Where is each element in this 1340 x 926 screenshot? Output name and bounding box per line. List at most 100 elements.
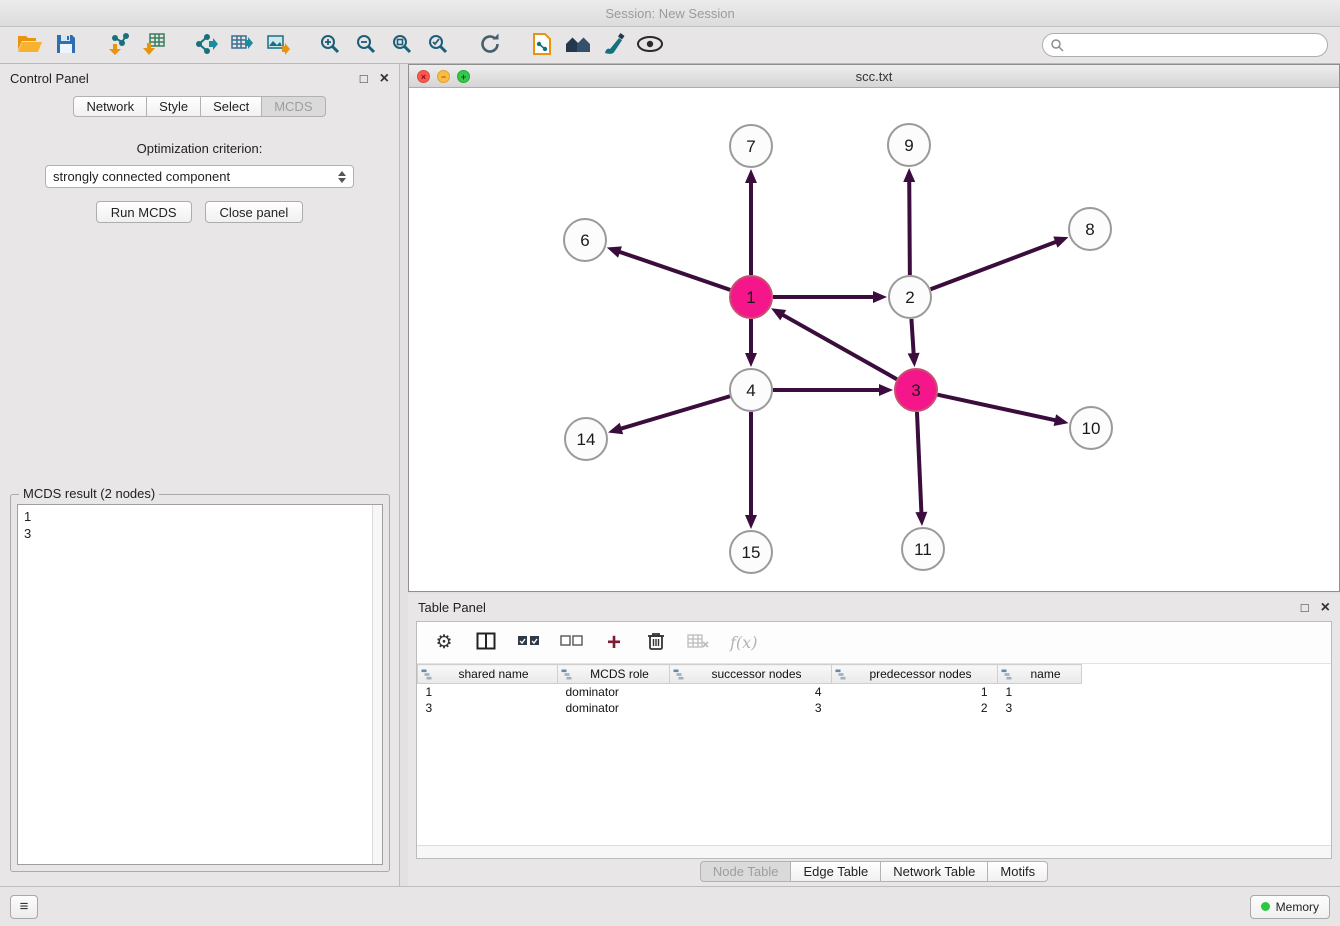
zoom-out-button[interactable] (348, 30, 384, 60)
network-window-titlebar[interactable]: × − + scc.txt (409, 65, 1339, 88)
delete-column-button[interactable] (645, 631, 667, 654)
float-table-panel-icon[interactable]: □ (1301, 601, 1309, 614)
columns-icon (476, 632, 496, 653)
table-row[interactable]: 1 dominator 4 1 1 (418, 684, 1082, 700)
tab-style[interactable]: Style (147, 96, 201, 117)
cell-predecessor-nodes[interactable]: 2 (832, 700, 998, 716)
zoom-in-button[interactable] (312, 30, 348, 60)
graph-node-label: 1 (746, 288, 755, 307)
table-settings-button[interactable]: ⚙ (433, 633, 455, 653)
close-window-icon[interactable]: × (417, 70, 430, 83)
graph-edge-3-10[interactable] (937, 395, 1056, 421)
import-table-button[interactable] (136, 30, 172, 60)
show-columns-button[interactable] (475, 632, 497, 653)
float-panel-icon[interactable]: □ (360, 72, 368, 85)
column-header-name[interactable]: name (998, 665, 1082, 684)
graph-edge-arrowhead (1054, 414, 1069, 426)
graph-edge-2-8[interactable] (931, 241, 1058, 289)
zoom-selected-button[interactable] (420, 30, 456, 60)
cell-name[interactable]: 3 (998, 700, 1082, 716)
control-panel: Control Panel □ × Network Style Select M… (0, 64, 400, 886)
table-panel-tabs: Node Table Edge Table Network Table Moti… (408, 861, 1340, 882)
table-row[interactable]: 3 dominator 3 2 3 (418, 700, 1082, 716)
graph-edge-1-6[interactable] (618, 251, 730, 289)
graph-edge-arrowhead (915, 512, 927, 526)
tab-mcds[interactable]: MCDS (262, 96, 325, 117)
mcds-result-box[interactable]: 1 3 (17, 504, 383, 865)
result-scrollbar[interactable] (372, 505, 382, 864)
tab-network[interactable]: Network (73, 96, 147, 117)
optimization-criterion-label: Optimization criterion: (0, 141, 399, 156)
cell-mcds-role[interactable]: dominator (558, 684, 670, 700)
refresh-icon (478, 32, 502, 59)
close-panel-icon[interactable]: × (380, 72, 389, 85)
close-panel-button[interactable]: Close panel (205, 201, 304, 223)
run-mcds-button[interactable]: Run MCDS (96, 201, 192, 223)
network-canvas[interactable]: 1234678910111415 (409, 88, 1339, 591)
cell-shared-name[interactable]: 3 (418, 700, 558, 716)
status-bar: ≡ Memory (0, 886, 1340, 926)
maximize-window-icon[interactable]: + (457, 70, 470, 83)
task-history-button[interactable]: ≡ (10, 895, 38, 919)
graph-edge-arrowhead (873, 291, 887, 303)
deselect-all-button[interactable] (560, 635, 583, 650)
column-header-mcds-role[interactable]: MCDS role (558, 665, 670, 684)
export-network-button[interactable] (188, 30, 224, 60)
save-session-button[interactable] (48, 30, 84, 60)
home-button[interactable] (560, 30, 596, 60)
graph-edge-3-1[interactable] (781, 314, 896, 379)
mcds-result-group: MCDS result (2 nodes) 1 3 (10, 494, 390, 872)
tab-node-table[interactable]: Node Table (700, 861, 792, 882)
graph-node-label: 10 (1082, 419, 1101, 438)
zoom-fit-button[interactable] (384, 30, 420, 60)
column-header-predecessor-nodes[interactable]: predecessor nodes (832, 665, 998, 684)
select-all-button[interactable] (517, 635, 540, 650)
graph-node-label: 14 (577, 430, 596, 449)
column-header-successor-nodes[interactable]: successor nodes (670, 665, 832, 684)
cell-shared-name[interactable]: 1 (418, 684, 558, 700)
minimize-window-icon[interactable]: − (437, 70, 450, 83)
export-table-button[interactable] (224, 30, 260, 60)
tab-network-table[interactable]: Network Table (881, 861, 988, 882)
criterion-select[interactable]: strongly connected component (45, 165, 354, 188)
trash-icon (647, 631, 665, 654)
column-header-shared-name[interactable]: shared name (418, 665, 558, 684)
cell-successor-nodes[interactable]: 4 (670, 684, 832, 700)
cell-successor-nodes[interactable]: 3 (670, 700, 832, 716)
tab-edge-table[interactable]: Edge Table (791, 861, 881, 882)
graph-edge-2-9[interactable] (909, 180, 910, 275)
graph-edge-4-14[interactable] (620, 396, 730, 429)
graph-node-label: 6 (580, 231, 589, 250)
show-graphics-button[interactable] (632, 30, 668, 60)
cell-mcds-role[interactable]: dominator (558, 700, 670, 716)
graph-node-label: 2 (905, 288, 914, 307)
cell-predecessor-nodes[interactable]: 1 (832, 684, 998, 700)
tab-select[interactable]: Select (201, 96, 262, 117)
style-brush-button[interactable] (596, 30, 632, 60)
cell-name[interactable]: 1 (998, 684, 1082, 700)
main-toolbar (0, 27, 1340, 64)
table-horizontal-scrollbar[interactable] (417, 845, 1331, 858)
control-panel-tabs: Network Style Select MCDS (0, 96, 399, 117)
graph-edge-arrowhead (745, 515, 757, 529)
function-builder-button[interactable]: f(x) (730, 633, 757, 652)
search-input[interactable] (1042, 33, 1328, 57)
delete-table-button[interactable] (687, 633, 710, 652)
node-table: shared name MCDS role successor nodes pr… (417, 664, 1082, 716)
deselect-all-icon (560, 635, 583, 650)
export-image-button[interactable] (260, 30, 296, 60)
memory-button[interactable]: Memory (1250, 895, 1330, 919)
graph-edge-3-11[interactable] (917, 412, 921, 514)
network-document-button[interactable] (524, 30, 560, 60)
graph-edge-arrowhead (908, 353, 920, 367)
open-session-button[interactable] (12, 30, 48, 60)
import-network-button[interactable] (100, 30, 136, 60)
apply-layout-button[interactable] (472, 30, 508, 60)
add-column-button[interactable]: + (603, 633, 625, 653)
table-panel: Table Panel □ × ⚙ + (408, 594, 1340, 886)
close-table-panel-icon[interactable]: × (1321, 601, 1330, 614)
import-network-icon (106, 32, 130, 59)
window-titlebar[interactable]: Session: New Session (0, 0, 1340, 27)
tab-motifs[interactable]: Motifs (988, 861, 1048, 882)
graph-edge-2-3[interactable] (911, 319, 913, 355)
